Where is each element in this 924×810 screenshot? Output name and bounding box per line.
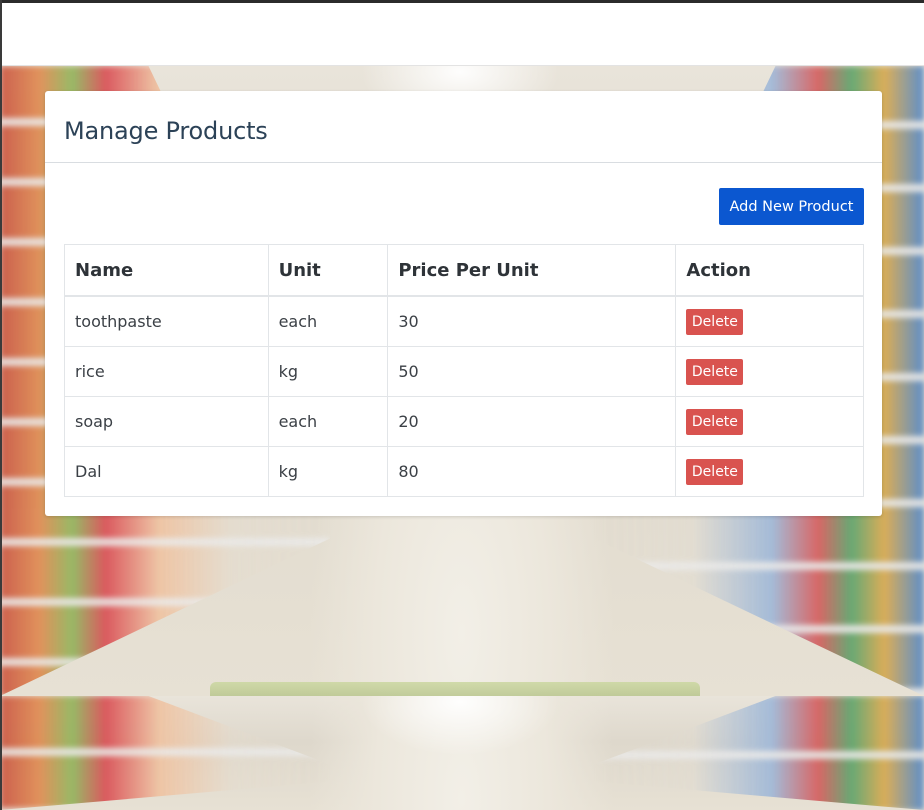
delete-button[interactable]: Delete	[686, 358, 744, 385]
product-price-cell: 30	[387, 295, 677, 347]
column-header-action: Action	[675, 244, 864, 297]
table-row: rice kg 50 Delete	[64, 346, 864, 397]
product-unit-cell: each	[267, 396, 389, 447]
column-header-name: Name	[64, 244, 269, 297]
product-price-cell: 20	[387, 396, 677, 447]
table-row: toothpaste each 30 Delete	[64, 295, 864, 347]
product-unit-cell: each	[267, 295, 389, 347]
action-cell: Delete	[675, 446, 864, 497]
panel-header: Manage Products	[45, 91, 882, 163]
manage-products-panel: Manage Products Add New Product Name Uni…	[45, 91, 882, 516]
product-price-cell: 50	[387, 346, 677, 397]
table-header-row: Name Unit Price Per Unit Action	[64, 244, 864, 297]
delete-button[interactable]: Delete	[686, 408, 744, 435]
product-unit-cell: kg	[267, 446, 389, 497]
top-navbar	[0, 3, 924, 66]
product-unit-cell: kg	[267, 346, 389, 397]
action-cell: Delete	[675, 295, 864, 347]
product-name-cell: rice	[64, 346, 269, 397]
products-table: Name Unit Price Per Unit Action toothpas…	[64, 244, 864, 497]
product-name-cell: soap	[64, 396, 269, 447]
table-row: Dal kg 80 Delete	[64, 446, 864, 497]
product-name-cell: Dal	[64, 446, 269, 497]
column-header-price: Price Per Unit	[387, 244, 677, 297]
product-price-cell: 80	[387, 446, 677, 497]
action-cell: Delete	[675, 346, 864, 397]
add-new-product-button[interactable]: Add New Product	[719, 188, 864, 225]
page-title: Manage Products	[64, 117, 268, 145]
product-name-cell: toothpaste	[64, 295, 269, 347]
delete-button[interactable]: Delete	[686, 458, 744, 485]
action-cell: Delete	[675, 396, 864, 447]
window-left-border	[0, 0, 2, 810]
column-header-unit: Unit	[267, 244, 389, 297]
table-row: soap each 20 Delete	[64, 396, 864, 447]
background-image-repeat	[0, 696, 924, 810]
delete-button[interactable]: Delete	[686, 308, 744, 335]
